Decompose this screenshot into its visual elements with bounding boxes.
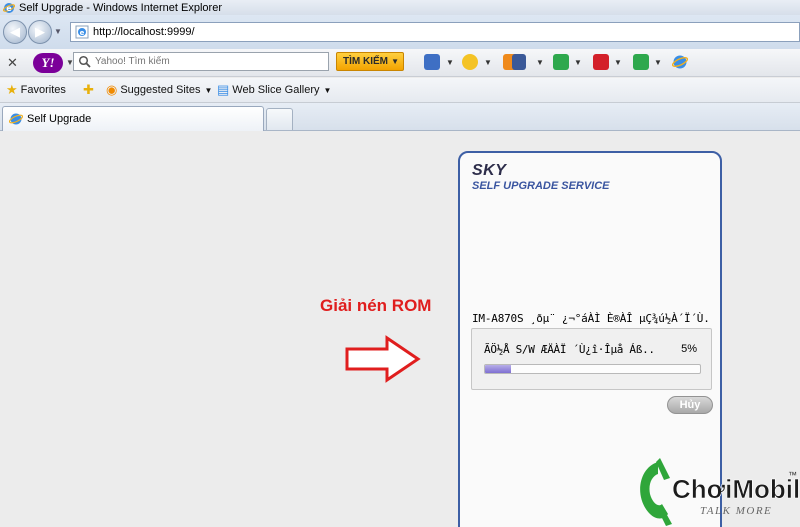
tab-label: Self Upgrade <box>27 113 92 125</box>
history-dropdown-icon[interactable]: ▼ <box>54 27 62 36</box>
forward-button[interactable]: ▶ <box>28 20 52 44</box>
watermark-logo: ChơiMobile TALK MORE ™ <box>640 458 800 526</box>
service-title: SELF UPGRADE SERVICE <box>472 180 610 192</box>
favorites-button[interactable]: ★ Favorites <box>6 83 66 97</box>
watermark-slogan: TALK MORE <box>700 505 772 517</box>
facebook-dropdown-icon[interactable]: ▼ <box>536 58 544 67</box>
mail-icon[interactable] <box>424 54 440 70</box>
ie-icon[interactable] <box>672 54 688 70</box>
address-bar-row: ◀ ▶ ▼ e http://localhost:9999/ <box>0 15 800 49</box>
web-slice-icon: ▤ <box>217 82 230 97</box>
brand-title: SKY <box>472 162 507 179</box>
url-text[interactable]: http://localhost:9999/ <box>93 26 195 38</box>
web-slice-gallery-button[interactable]: ▤ Web Slice Gallery ▼ <box>217 83 331 97</box>
facebook-icon[interactable] <box>512 54 526 70</box>
address-bar[interactable]: e http://localhost:9999/ <box>70 22 800 42</box>
add-favorite-icon: ✚ <box>83 82 94 97</box>
progress-bar <box>484 364 701 374</box>
progress-fill <box>485 365 511 373</box>
page-content: Giải nén ROM SKY SELF UPGRADE SERVICE IM… <box>0 132 800 527</box>
favorites-label: Favorites <box>20 84 66 96</box>
ie-icon: e <box>3 2 15 13</box>
messenger-dropdown-icon[interactable]: ▼ <box>484 58 492 67</box>
bookmark-dropdown-icon[interactable]: ▼ <box>654 58 662 67</box>
progress-box: ÃÖ½Å S/W ÆÄÀÏ ´Ù¿î·Îµå Áß.. 5% <box>471 328 712 390</box>
mail-dropdown-icon[interactable]: ▼ <box>446 58 454 67</box>
games-dropdown-icon[interactable]: ▼ <box>614 58 622 67</box>
chevron-down-icon[interactable]: ▼ <box>391 53 399 70</box>
back-button[interactable]: ◀ <box>3 20 27 44</box>
yahoo-logo[interactable]: Y! <box>33 53 63 73</box>
watermark-brand: ChơiMobile <box>672 474 800 504</box>
yahoo-search-box[interactable] <box>73 52 329 71</box>
new-tab-button[interactable] <box>266 108 293 130</box>
chevron-down-icon: ▼ <box>204 85 213 95</box>
svg-text:e: e <box>6 4 12 13</box>
red-arrow-icon <box>345 335 421 383</box>
suggested-sites-button[interactable]: ◉ Suggested Sites ▼ <box>106 83 212 97</box>
widget-star-icon[interactable] <box>553 54 569 70</box>
bookmark-arrow-icon[interactable] <box>633 54 649 70</box>
cancel-button[interactable]: Hủy <box>667 396 713 414</box>
progress-percent: 5% <box>681 343 697 355</box>
messenger-smiley-icon[interactable] <box>462 54 478 70</box>
annotation-text: Giải nén ROM <box>320 296 432 315</box>
yahoo-toolbar: ✕ Y! ▼ TÌM KIẾM▼ ▼ ▼ ▼ ▼ ▼ ▼ <box>0 49 800 77</box>
yahoo-search-button-label: TÌM KIẾM <box>343 56 388 67</box>
suggested-sites-icon: ◉ <box>106 82 118 97</box>
suggested-sites-label: Suggested Sites <box>120 84 201 96</box>
title-bar: e Self Upgrade - Windows Internet Explor… <box>0 0 800 15</box>
star-icon: ★ <box>6 82 18 97</box>
yahoo-search-button[interactable]: TÌM KIẾM ▼ <box>336 52 404 71</box>
games-dice-icon[interactable] <box>593 54 609 70</box>
tab-bar: Self Upgrade <box>0 103 800 131</box>
search-icon <box>78 55 91 68</box>
add-favorite-button[interactable]: ✚ <box>83 83 97 97</box>
web-slice-gallery-label: Web Slice Gallery <box>232 84 320 96</box>
widget-dropdown-icon[interactable]: ▼ <box>574 58 582 67</box>
chevron-down-icon: ▼ <box>323 85 332 95</box>
progress-message: ÃÖ½Å S/W ÆÄÀÏ ´Ù¿î·Îµå Áß.. <box>484 343 655 356</box>
window-title: Self Upgrade - Windows Internet Explorer <box>19 1 222 14</box>
tab-self-upgrade[interactable]: Self Upgrade <box>2 106 264 131</box>
page-icon: e <box>75 25 89 39</box>
ie-page-icon <box>9 113 23 125</box>
favorites-bar: ★ Favorites ✚ ◉ Suggested Sites ▼ ▤ Web Slic… <box>0 78 800 103</box>
close-toolbar-icon[interactable]: ✕ <box>7 55 18 71</box>
svg-text:e: e <box>80 29 85 37</box>
status-message: IM-A870S ¸ðµ¨ ¿¬°áÀÌ È®ÀÎ µÇ¾ú½À´Ï´Ù. <box>472 312 710 325</box>
watermark-trademark: ™ <box>788 470 797 480</box>
yahoo-search-input[interactable] <box>95 56 315 67</box>
